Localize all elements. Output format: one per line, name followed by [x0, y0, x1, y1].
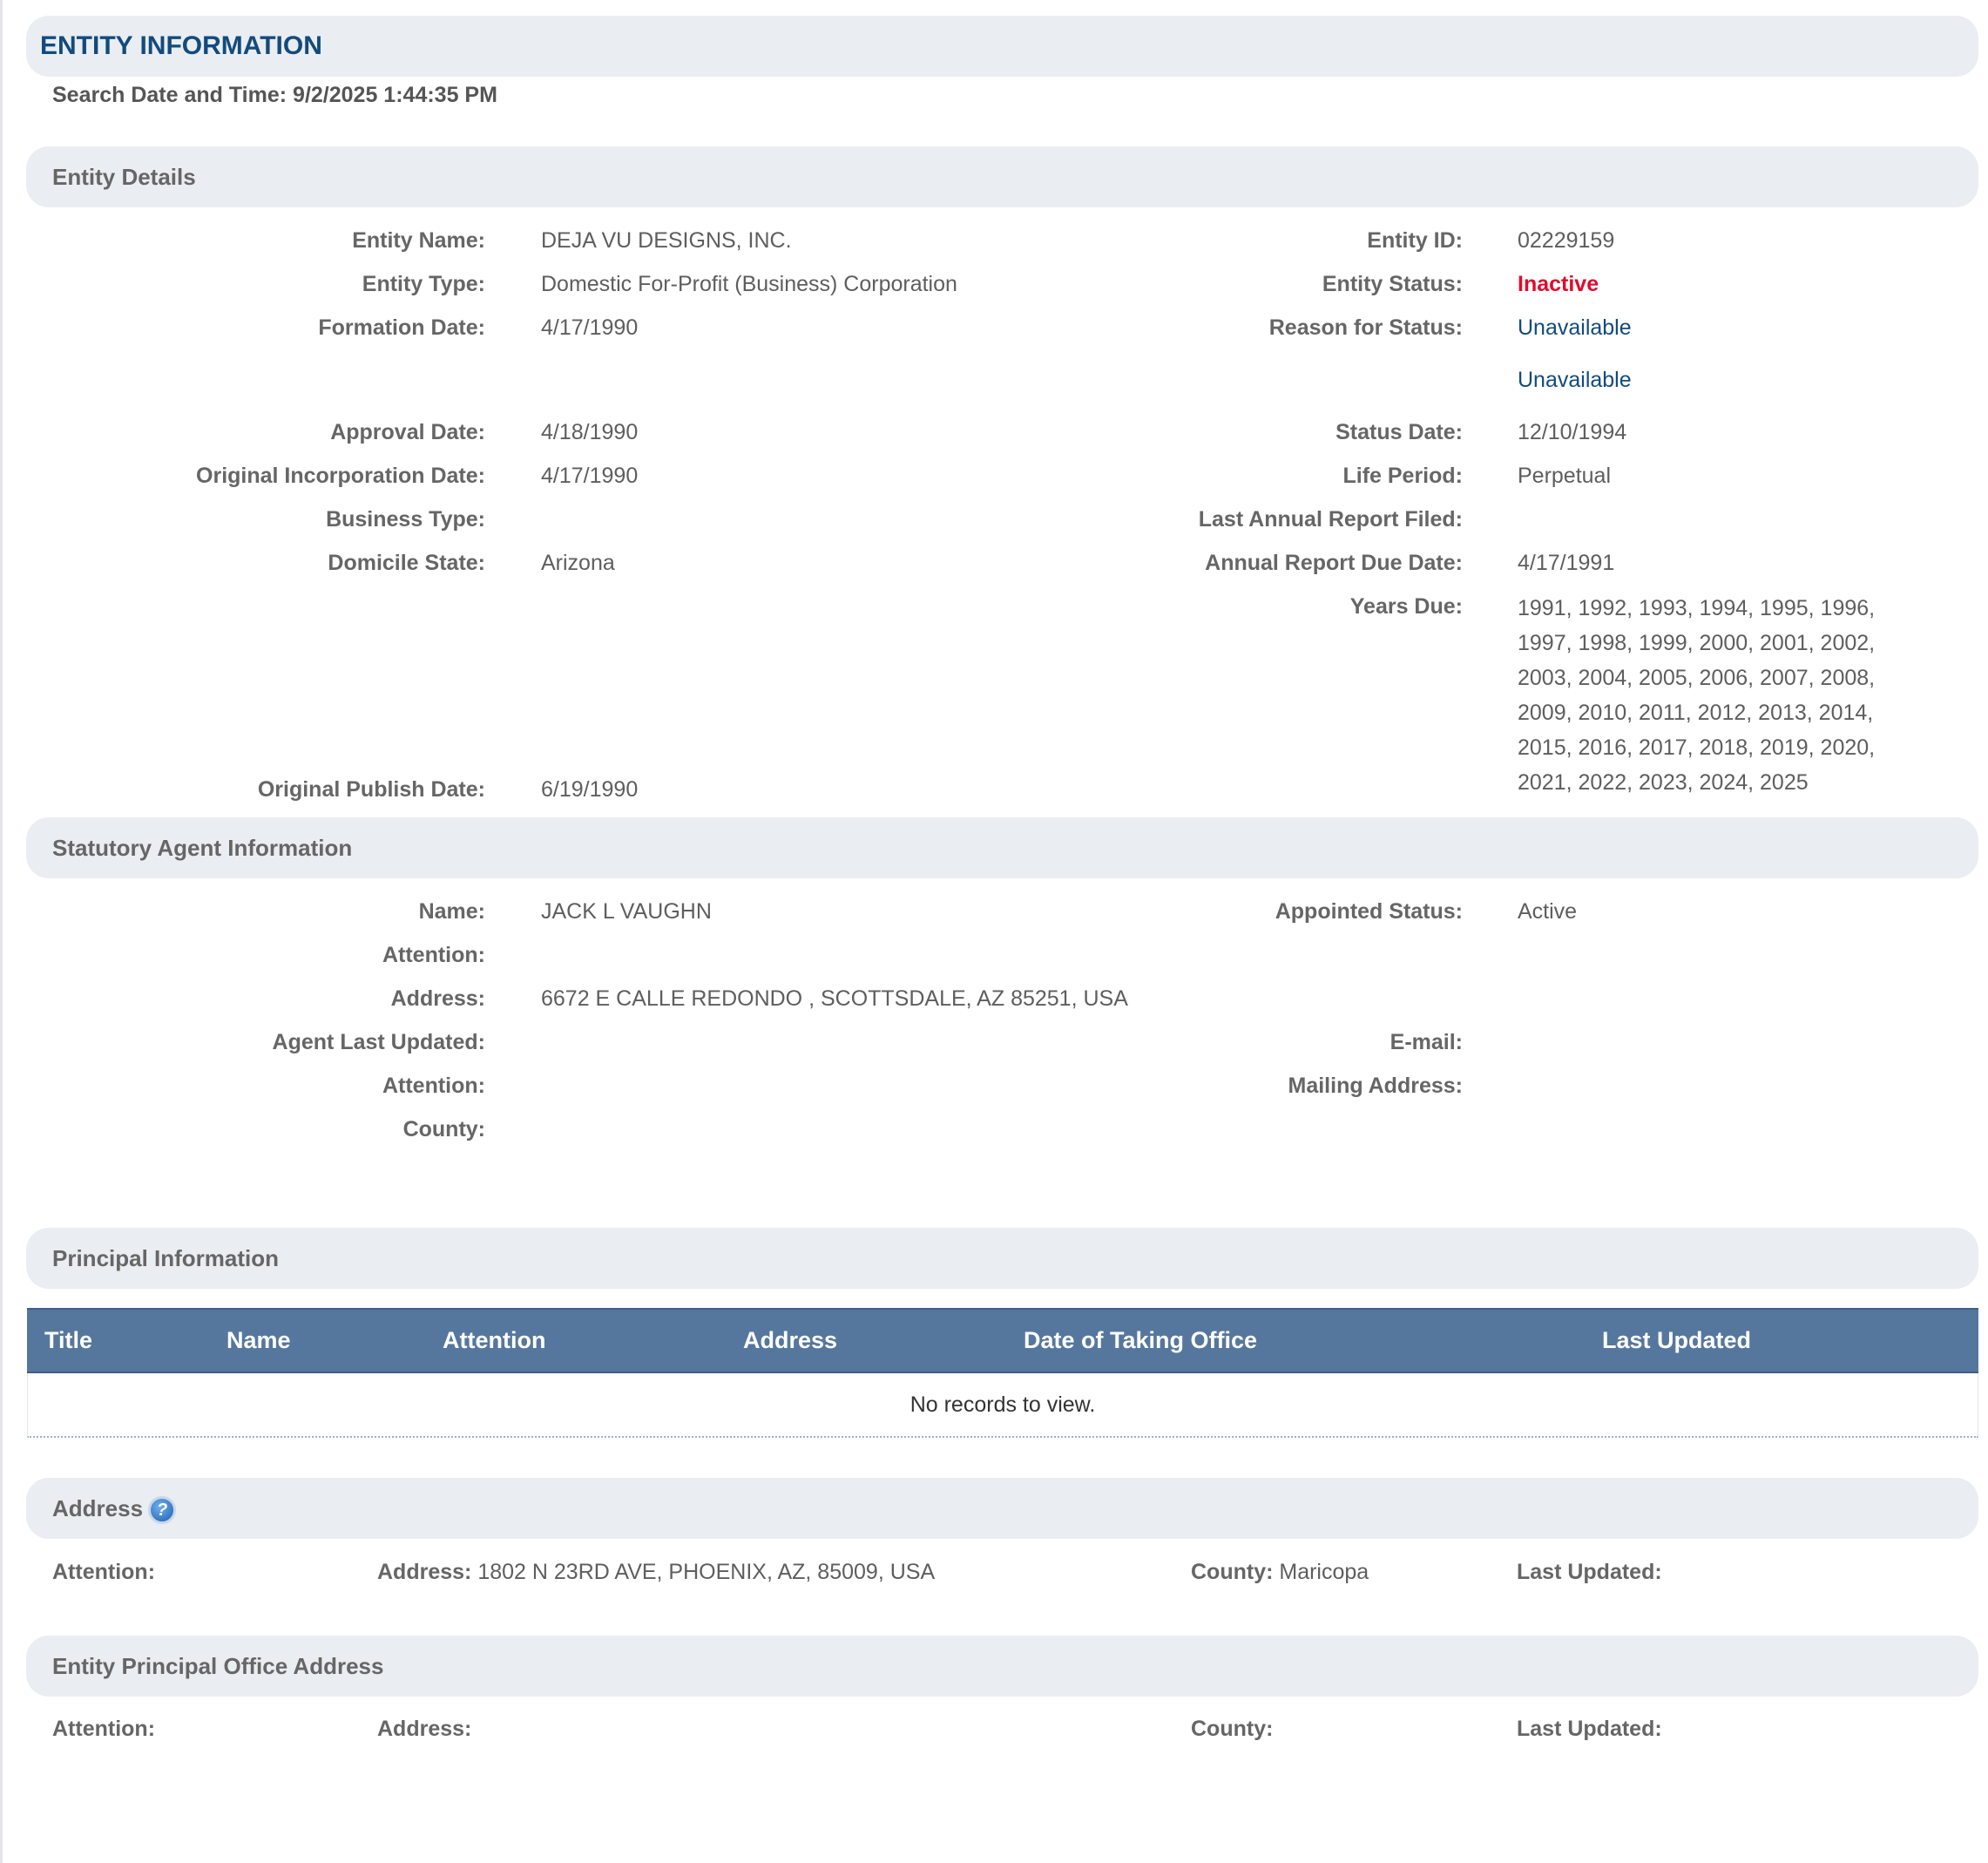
life-period-label: Life Period:: [1342, 464, 1463, 488]
entity-name-label: Entity Name:: [352, 228, 485, 253]
last-annual-report-label: Last Annual Report Filed:: [1198, 507, 1463, 532]
entity-status-value: Inactive: [1518, 272, 1599, 296]
status-date-label: Status Date:: [1335, 420, 1463, 444]
address-section-title-wrap: Address?: [52, 1478, 177, 1539]
page-title: ENTITY INFORMATION: [40, 31, 322, 60]
reason-for-status-link-2[interactable]: Unavailable: [1518, 368, 1632, 393]
help-icon[interactable]: ?: [148, 1496, 177, 1525]
search-date-value: 9/2/2025 1:44:35 PM: [293, 83, 497, 107]
address-county-value: Maricopa: [1279, 1560, 1369, 1584]
original-publish-date-label: Original Publish Date:: [257, 777, 485, 802]
entity-information-header-bar: ENTITY INFORMATION: [26, 16, 1978, 77]
agent-county-label: County:: [402, 1117, 485, 1142]
domicile-state-label: Domicile State:: [328, 551, 485, 575]
approval-date-label: Approval Date:: [330, 420, 485, 444]
agent-email-label: E-mail:: [1390, 1030, 1463, 1054]
entity-id-label: Entity ID:: [1367, 228, 1463, 253]
address-last-updated-label: Last Updated:: [1517, 1560, 1662, 1584]
years-due-label: Years Due:: [1349, 594, 1463, 619]
annual-report-due-value: 4/17/1991: [1518, 551, 1615, 575]
entity-id-value: 02229159: [1518, 228, 1615, 253]
entity-type-label: Entity Type:: [362, 272, 485, 296]
address-attention-label: Attention:: [52, 1560, 156, 1584]
years-due-value: 1991, 1992, 1993, 1994, 1995, 1996, 1997…: [1518, 596, 1876, 795]
column-header-address[interactable]: Address: [743, 1310, 837, 1372]
agent-name-label: Name:: [418, 899, 485, 924]
no-records-message: No records to view.: [909, 1392, 1096, 1417]
search-date-label: Search Date and Time:: [52, 83, 287, 107]
reason-for-status-label: Reason for Status:: [1268, 315, 1463, 340]
office-county-label: County:: [1191, 1717, 1274, 1741]
address-section-bar: Address?: [26, 1478, 1978, 1539]
address-address-value: 1802 N 23RD AVE, PHOENIX, AZ, 85009, USA: [477, 1560, 936, 1584]
principal-grid-body: No records to view.: [27, 1373, 1978, 1438]
column-header-date-of-taking-office[interactable]: Date of Taking Office: [1024, 1310, 1257, 1372]
office-attention-label: Attention:: [52, 1717, 156, 1741]
office-address-label: Address:: [377, 1717, 472, 1741]
formation-date-label: Formation Date:: [318, 315, 485, 340]
address-address-field: Address: 1802 N 23RD AVE, PHOENIX, AZ, 8…: [377, 1560, 935, 1585]
business-type-label: Business Type:: [326, 507, 485, 532]
agent-name-value: JACK L VAUGHN: [541, 899, 712, 924]
life-period-value: Perpetual: [1518, 464, 1612, 488]
page-frame: ENTITY INFORMATION Search Date and Time:…: [0, 0, 1988, 1863]
principal-information-title: Principal Information: [52, 1245, 280, 1271]
entity-details-section-bar: Entity Details: [26, 146, 1978, 207]
annual-report-due-label: Annual Report Due Date:: [1205, 551, 1463, 575]
agent-address-value: 6672 E CALLE REDONDO , SCOTTSDALE, AZ 85…: [541, 986, 1128, 1011]
appointed-status-label: Appointed Status:: [1275, 899, 1463, 924]
agent-attention-label: Attention:: [382, 943, 485, 967]
column-header-name[interactable]: Name: [227, 1310, 291, 1372]
agent-attention2-label: Attention:: [382, 1074, 485, 1098]
address-county-label: County:: [1191, 1560, 1274, 1584]
principal-grid-header: Title Name Attention Address Date of Tak…: [27, 1308, 1978, 1373]
agent-address-label: Address:: [390, 986, 485, 1011]
original-incorporation-date-value: 4/17/1990: [541, 464, 639, 488]
address-section-title: Address: [52, 1495, 144, 1521]
statutory-agent-section-bar: Statutory Agent Information: [26, 817, 1978, 878]
column-header-last-updated[interactable]: Last Updated: [1602, 1310, 1751, 1372]
formation-date-value: 4/17/1990: [541, 315, 639, 340]
domicile-state-value: Arizona: [541, 551, 615, 575]
status-date-value: 12/10/1994: [1518, 420, 1627, 444]
address-county-field: County: Maricopa: [1191, 1560, 1369, 1585]
column-header-title[interactable]: Title: [44, 1310, 92, 1372]
principal-office-section-bar: Entity Principal Office Address: [26, 1636, 1978, 1697]
entity-details-title: Entity Details: [52, 164, 196, 190]
original-incorporation-date-label: Original Incorporation Date:: [196, 464, 485, 488]
entity-status-label: Entity Status:: [1322, 272, 1463, 296]
search-date-time: Search Date and Time: 9/2/2025 1:44:35 P…: [52, 80, 497, 110]
entity-name-value: DEJA VU DESIGNS, INC.: [541, 228, 792, 253]
principal-office-title: Entity Principal Office Address: [52, 1653, 384, 1679]
appointed-status-value: Active: [1518, 899, 1578, 924]
entity-type-value: Domestic For-Profit (Business) Corporati…: [541, 272, 957, 296]
original-publish-date-value: 6/19/1990: [541, 777, 639, 802]
office-last-updated-label: Last Updated:: [1517, 1717, 1662, 1741]
address-address-label: Address:: [377, 1560, 472, 1584]
agent-mailing-address-label: Mailing Address:: [1288, 1074, 1464, 1098]
reason-for-status-link-1[interactable]: Unavailable: [1518, 315, 1632, 341]
column-header-attention[interactable]: Attention: [443, 1310, 545, 1372]
statutory-agent-title: Statutory Agent Information: [52, 835, 353, 861]
approval-date-value: 4/18/1990: [541, 420, 639, 444]
principal-information-section-bar: Principal Information: [26, 1228, 1978, 1289]
agent-last-updated-label: Agent Last Updated:: [272, 1030, 485, 1054]
